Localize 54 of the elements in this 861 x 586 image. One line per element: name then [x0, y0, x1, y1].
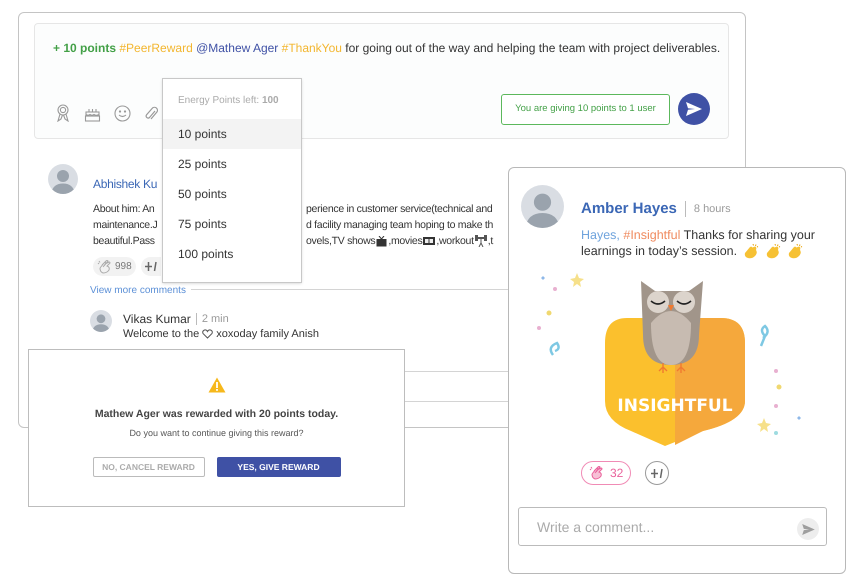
post-message: Hayes, #Insightful Thanks for sharing your: [581, 227, 815, 243]
bio-text: ovels,TV shows: [306, 234, 376, 248]
bio-text: ,movies: [388, 234, 422, 248]
commenter-name[interactable]: Vikas Kumar: [123, 310, 191, 328]
clap-icon: [765, 244, 782, 258]
warning-icon: [208, 377, 226, 393]
plus-one-button[interactable]: [140, 257, 161, 276]
bio-text: maintenance.J: [93, 218, 158, 232]
clap-icon: [743, 244, 760, 258]
clap-icon: [97, 260, 113, 274]
comment-time: 2 min: [202, 312, 229, 327]
award-icon[interactable]: [55, 104, 71, 122]
dialog-title: Mathew Ager was rewarded with 20 points today.: [94, 407, 338, 422]
bio-text: beautiful.Pass: [93, 234, 155, 248]
author-name[interactable]: Abhishek Ku: [93, 175, 158, 193]
dumbbell-icon: [474, 235, 487, 247]
points-option[interactable]: 25 points: [163, 149, 301, 179]
clap-icon: [589, 466, 605, 480]
post-time: 8 hours: [694, 202, 731, 217]
bio-text: ,t: [488, 234, 493, 248]
film-icon: [423, 236, 436, 246]
bio-text: d facility managing team hoping to make th: [306, 218, 494, 232]
comment-field[interactable]: Write a comment...: [518, 507, 827, 546]
send-icon: [802, 524, 814, 534]
comment-text: xoxoday family Anish: [216, 327, 319, 342]
avatar: [48, 164, 78, 194]
clap-icon: [787, 244, 804, 258]
comment-text: Welcome to the: [123, 327, 200, 342]
reward-message[interactable]: + 10 points #PeerReward @Mathew Ager #ThankYou for going out of the way and helping the team with project deliverables.: [53, 40, 720, 56]
avatar: [521, 185, 564, 228]
heart-icon: [202, 329, 214, 340]
send-button[interactable]: [678, 93, 710, 125]
dialog-question: Do you want to continue giving this reward?: [129, 426, 304, 440]
energy-points-label: Energy Points left: 100: [177, 94, 280, 108]
points-option[interactable]: 10 points: [163, 119, 301, 149]
points-option[interactable]: 75 points: [163, 209, 301, 239]
bio-text: perience in customer service(technical and: [306, 202, 492, 216]
plus-one-button[interactable]: [645, 461, 670, 485]
clap-reaction-button[interactable]: 998: [93, 257, 136, 276]
paperclip-icon[interactable]: [144, 104, 158, 122]
plus-one-icon: [144, 261, 157, 272]
author-name[interactable]: Amber Hayes: [581, 198, 677, 220]
post-message: learnings in today’s session.: [581, 243, 738, 259]
badge-label: INSIGHTFUL: [617, 396, 733, 416]
tv-icon: [376, 236, 388, 246]
bio-text: ,workout: [436, 234, 474, 248]
points-option[interactable]: 100 points: [163, 239, 301, 269]
plus-one-icon: [651, 468, 664, 478]
avatar: [90, 310, 112, 332]
send-icon: [686, 102, 702, 116]
bio-text: About him: An: [93, 202, 154, 216]
confirm-button[interactable]: YES, GIVE REWARD: [216, 457, 340, 478]
smiley-icon[interactable]: [114, 104, 131, 122]
points-option[interactable]: 50 points: [163, 179, 301, 209]
